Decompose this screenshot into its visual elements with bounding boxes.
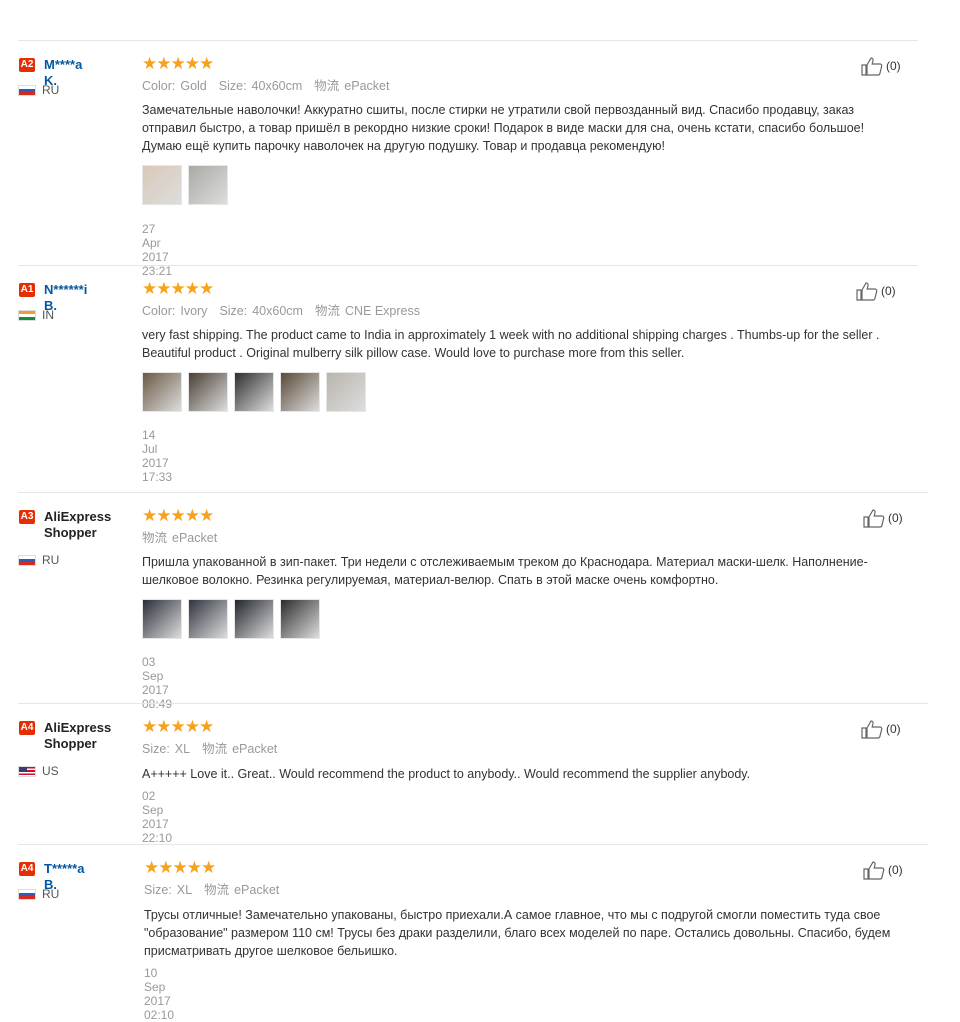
review-photo-thumbnail[interactable] [280, 372, 320, 412]
buyer-country: RU [18, 553, 59, 567]
order-info: Size: XL 物流 ePacket [144, 882, 291, 898]
country-code: RU [42, 553, 60, 567]
helpful-button[interactable]: (0) [862, 508, 903, 528]
thumbs-up-icon [860, 719, 884, 739]
helpful-button[interactable]: (0) [862, 860, 903, 880]
divider [18, 703, 928, 704]
order-info-value: XL [174, 742, 191, 756]
review-photos [142, 372, 366, 412]
buyer-level-badge: A4 [19, 862, 35, 876]
review-text: A+++++ Love it.. Great.. Would recommend… [142, 767, 751, 781]
helpful-button[interactable]: (0) [860, 56, 901, 76]
review-photo-thumbnail[interactable] [326, 372, 366, 412]
review-text: Трусы отличные! Замечательно упакованы, … [144, 908, 891, 958]
order-info: Color: Gold Size: 40x60cm 物流 ePacket [142, 78, 401, 94]
buyer-name[interactable]: AliExpress Shopper [18, 509, 144, 541]
order-info: Color: Ivory Size: 40x60cm 物流 CNE Express [142, 303, 432, 319]
helpful-count: (0) [881, 284, 896, 298]
order-info-key: 物流 [314, 304, 340, 318]
order-info-value: ePacket [172, 531, 218, 545]
star-rating: ★★★★★ [142, 279, 214, 298]
thumbs-up-icon [855, 281, 879, 301]
star-rating: ★★★★★ [144, 858, 216, 877]
review-photos [142, 165, 228, 205]
order-info-key: 物流 [202, 742, 228, 756]
buyer-country: RU [18, 83, 59, 97]
review-photo-thumbnail[interactable] [142, 599, 182, 639]
order-info-key: Size: [142, 742, 170, 756]
buyer-country: RU [18, 887, 59, 901]
review-date: 27 Apr 2017 23:21 [142, 222, 173, 278]
review-photo-thumbnail[interactable] [142, 372, 182, 412]
order-info-value: 40x60cm [251, 79, 303, 93]
divider [18, 492, 928, 493]
order-info-key: 物流 [142, 531, 168, 545]
review-photos [142, 599, 320, 639]
star-rating: ★★★★★ [142, 506, 214, 525]
star-rating: ★★★★★ [142, 54, 214, 73]
buyer-country: IN [18, 308, 54, 322]
flag-icon [18, 554, 36, 566]
order-info-value: ePacket [232, 742, 278, 756]
flag-icon [18, 888, 36, 900]
country-code: US [42, 764, 59, 778]
buyer-country: US [18, 764, 59, 778]
order-info-key: 物流 [314, 79, 340, 93]
star-rating: ★★★★★ [142, 717, 214, 736]
flag-icon [18, 84, 36, 96]
country-code: RU [42, 83, 60, 97]
order-info-key: Color: [142, 304, 176, 318]
order-info-value: ePacket [234, 883, 280, 897]
review-text: Пришла упакованной в зип-пакет. Три неде… [142, 555, 868, 587]
helpful-count: (0) [886, 59, 901, 73]
review-date: 10 Sep 2017 02:10 [144, 966, 175, 1022]
helpful-button[interactable]: (0) [860, 719, 901, 739]
country-code: RU [42, 887, 60, 901]
review-date: 02 Sep 2017 22:10 [142, 789, 173, 845]
order-info-value: XL [176, 883, 193, 897]
review-text: Замечательные наволочки! Аккуратно сшиты… [142, 103, 865, 153]
review-date: 14 Jul 2017 17:33 [142, 428, 173, 484]
divider [18, 844, 928, 845]
review-photo-thumbnail[interactable] [234, 372, 274, 412]
order-info-value: Gold [180, 79, 207, 93]
order-info-value: ePacket [344, 79, 390, 93]
divider [18, 40, 918, 41]
thumbs-up-icon [862, 860, 886, 880]
helpful-button[interactable]: (0) [855, 281, 896, 301]
review-photo-thumbnail[interactable] [188, 599, 228, 639]
helpful-count: (0) [888, 863, 903, 877]
order-info: Size: XL 物流 ePacket [142, 741, 289, 757]
review-photo-thumbnail[interactable] [188, 165, 228, 205]
order-info-key: Size: [218, 79, 247, 93]
thumbs-up-icon [860, 56, 884, 76]
helpful-count: (0) [888, 511, 903, 525]
order-info-value: 40x60cm [252, 304, 303, 318]
divider [18, 265, 918, 266]
order-info-key: 物流 [204, 883, 230, 897]
order-info-key: Color: [142, 79, 176, 93]
flag-icon [18, 765, 36, 777]
buyer-level-badge: A2 [19, 58, 35, 72]
country-code: IN [42, 308, 54, 322]
flag-icon [18, 309, 36, 321]
review-photo-thumbnail[interactable] [188, 372, 228, 412]
review-photo-thumbnail[interactable] [280, 599, 320, 639]
order-info-key: Size: [219, 304, 248, 318]
order-info-value: CNE Express [344, 304, 421, 318]
helpful-count: (0) [886, 722, 901, 736]
review-photo-thumbnail[interactable] [142, 165, 182, 205]
thumbs-up-icon [862, 508, 886, 528]
order-info: 物流 ePacket [142, 530, 229, 546]
review-photo-thumbnail[interactable] [234, 599, 274, 639]
buyer-name[interactable]: AliExpress Shopper [18, 720, 144, 752]
review-text: very fast shipping. The product came to … [142, 328, 880, 360]
order-info-key: Size: [144, 883, 172, 897]
order-info-value: Ivory [180, 304, 208, 318]
buyer-level-badge: A1 [19, 283, 35, 297]
